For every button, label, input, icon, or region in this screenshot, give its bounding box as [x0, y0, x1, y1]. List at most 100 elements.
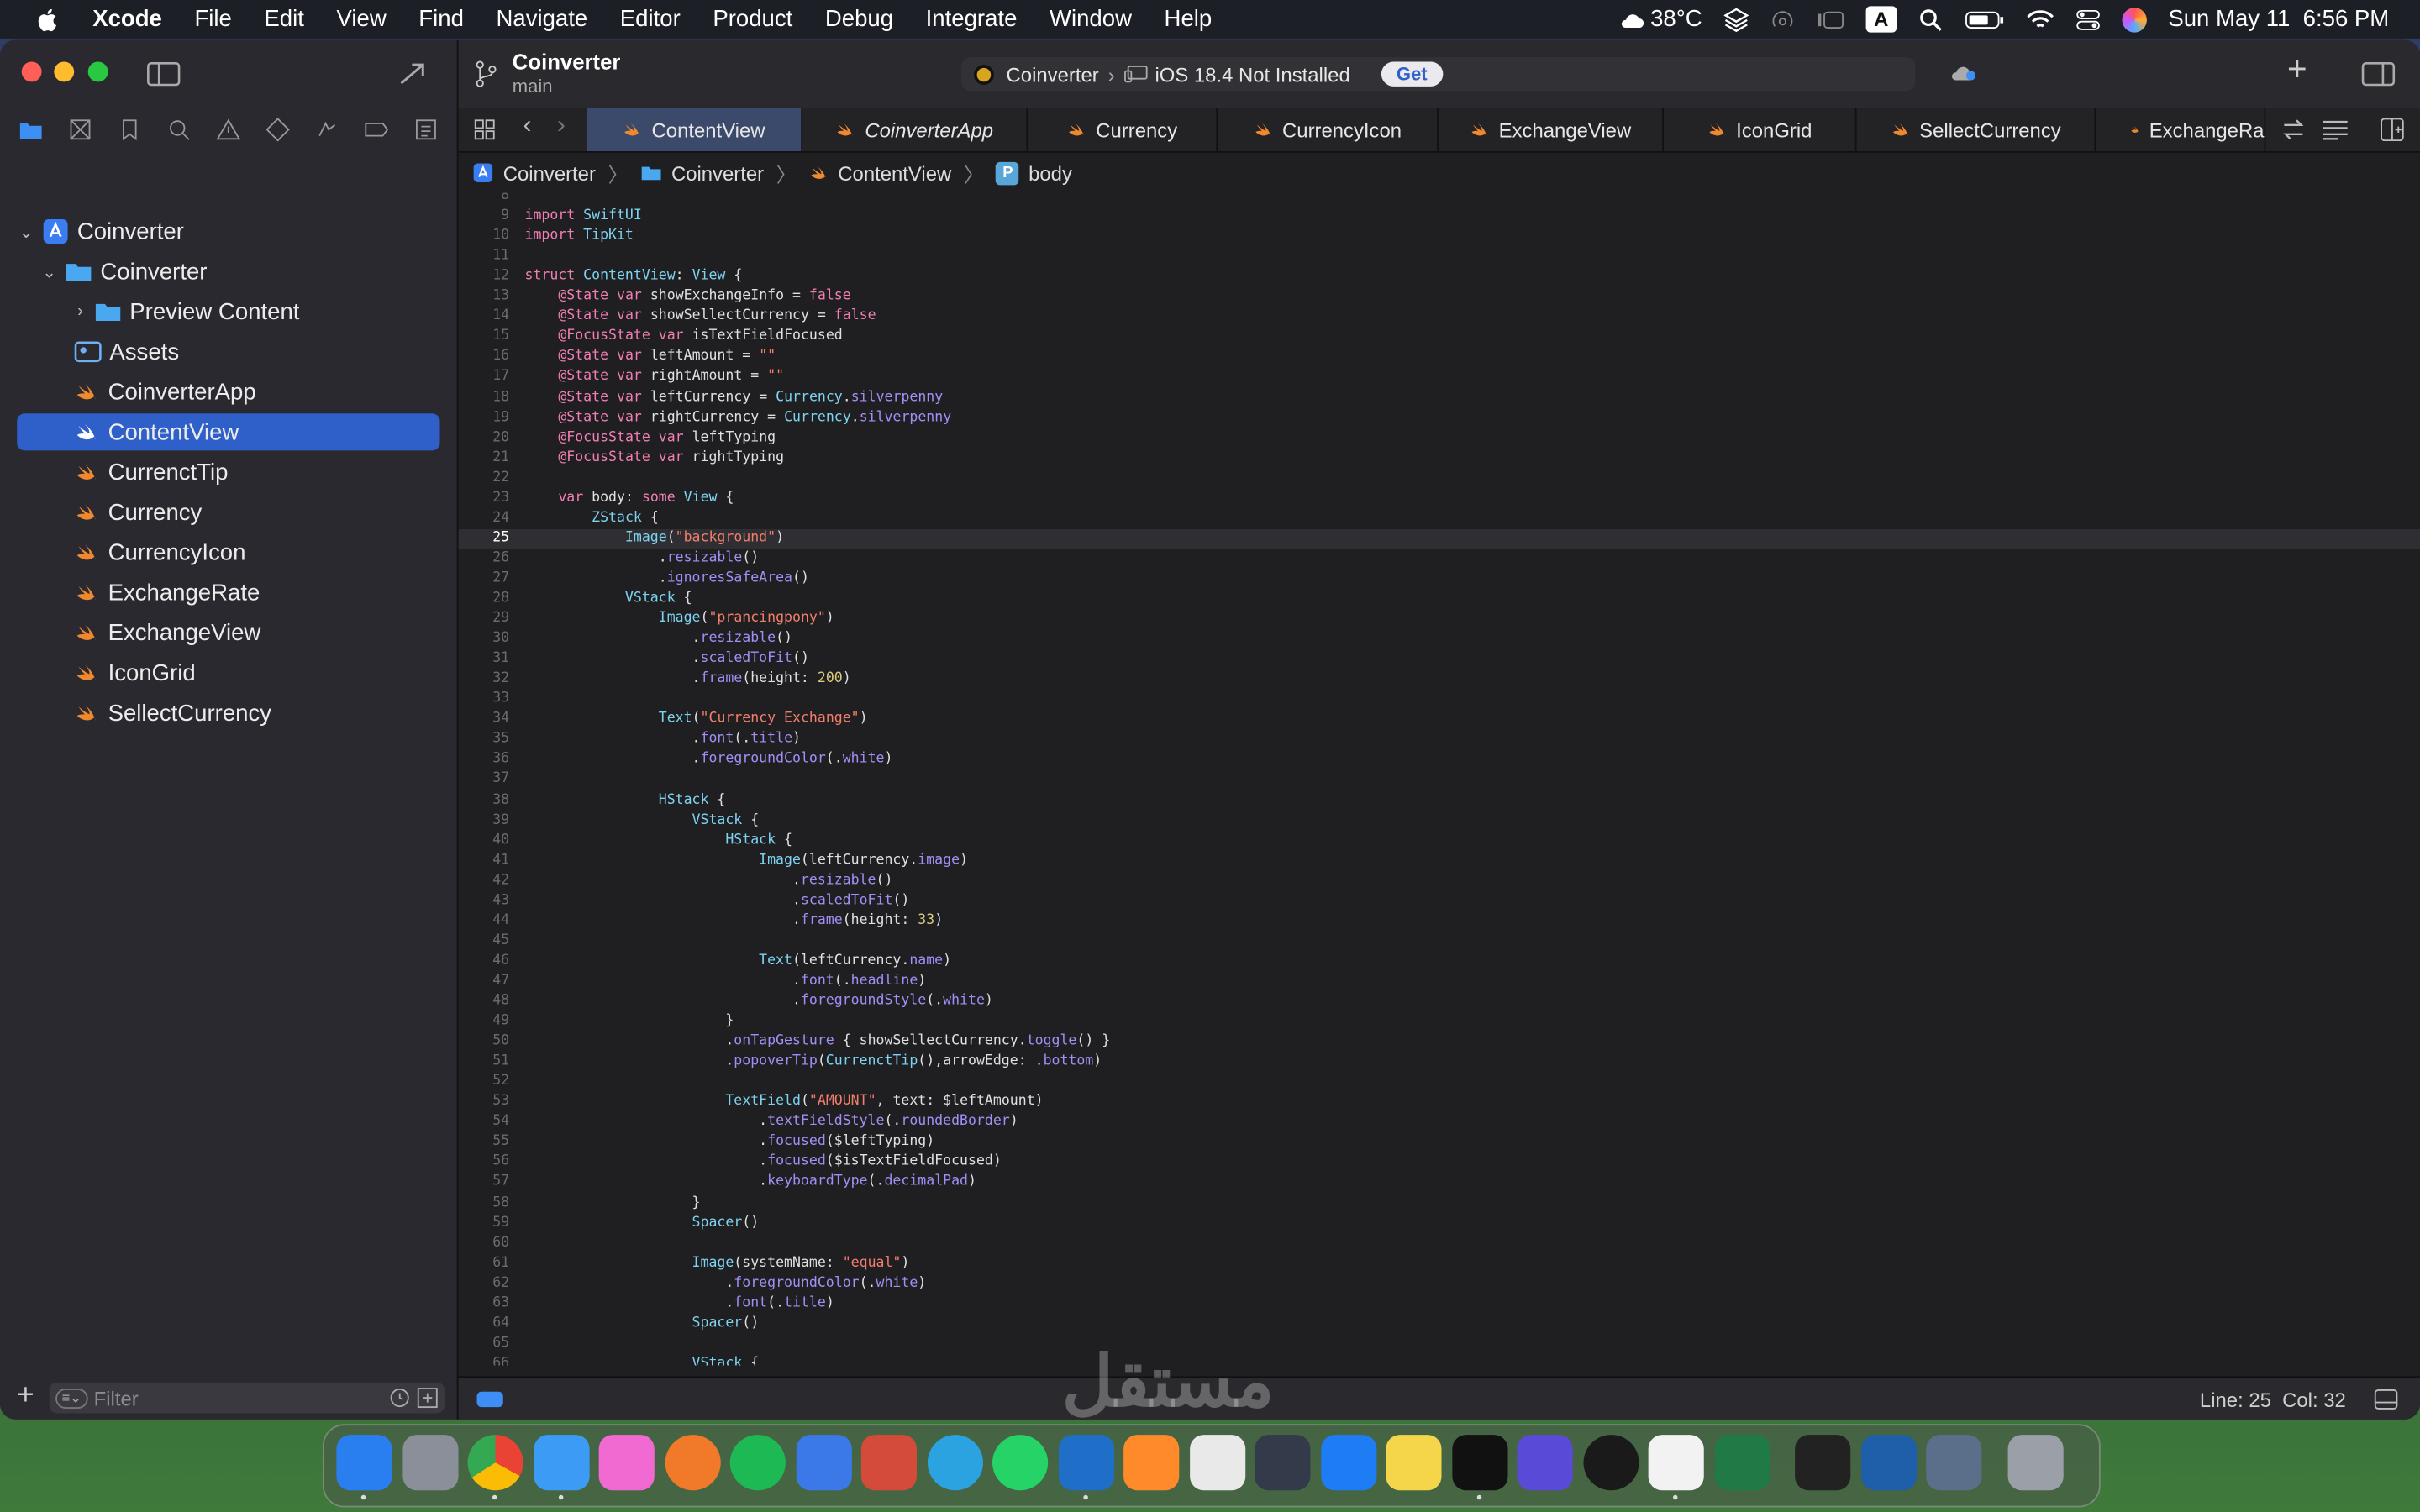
- swap-editor-icon[interactable]: [2281, 118, 2306, 140]
- code-line[interactable]: 24 ZStack {: [459, 509, 2420, 529]
- code-line[interactable]: 54 .textFieldStyle(.roundedBorder): [459, 1113, 2420, 1133]
- input-source-indicator[interactable]: A: [1865, 6, 1897, 33]
- quicktime-icon[interactable]: [1860, 1435, 1917, 1491]
- menu-window[interactable]: Window: [1050, 6, 1132, 32]
- code-line[interactable]: 40 HStack {: [459, 831, 2420, 851]
- stage-manager-icon[interactable]: [1817, 8, 1844, 30]
- code-line[interactable]: 15 @FocusState var isTextFieldFocused: [459, 328, 2420, 348]
- menu-edit[interactable]: Edit: [264, 6, 303, 32]
- chatgpt-icon[interactable]: [1189, 1435, 1245, 1491]
- apple-icon[interactable]: [34, 5, 61, 33]
- filter-input[interactable]: ≡⌄ Filter: [49, 1382, 445, 1414]
- bookmark-navigator-icon[interactable]: [118, 118, 142, 142]
- code-line[interactable]: 9 import SwiftUI: [459, 207, 2420, 227]
- source-editor[interactable]: 8 9 import SwiftUI 10 import TipKit 11 12 struc…: [458, 192, 2420, 1366]
- code-line[interactable]: 10 import TipKit: [459, 227, 2420, 247]
- breadcrumb-project[interactable]: Coinverter: [503, 161, 596, 185]
- breadcrumb-file[interactable]: ContentView: [838, 161, 951, 185]
- menubar-clock[interactable]: Sun May 11 6:56 PM: [2168, 6, 2389, 32]
- sublime-icon[interactable]: [1123, 1435, 1180, 1491]
- tree-project-coinverter[interactable]: ⌄ Coinverter: [17, 213, 439, 249]
- code-line[interactable]: 14 @State var showSellectCurrency = fals…: [459, 307, 2420, 328]
- chrome-icon[interactable]: [467, 1435, 523, 1491]
- code-line[interactable]: 51 .popoverTip(CurrenctTip(),arrowEdge: …: [459, 1053, 2420, 1073]
- box-app-icon[interactable]: [1795, 1435, 1851, 1491]
- control-center-icon[interactable]: [2075, 8, 2100, 30]
- forward-arrow-icon[interactable]: ›: [557, 113, 566, 140]
- tree-file-contentview[interactable]: ContentView: [17, 413, 440, 451]
- code-line[interactable]: 65: [459, 1334, 2420, 1354]
- telegram-icon[interactable]: [926, 1435, 983, 1491]
- spotlight-search-icon[interactable]: [1918, 7, 1943, 31]
- code-line[interactable]: 12 struct ContentView: View {: [459, 267, 2420, 287]
- scheme-name[interactable]: Coinverter: [1007, 62, 1099, 86]
- vscode-icon[interactable]: [1058, 1435, 1114, 1491]
- code-line[interactable]: 26 .resizable(): [459, 549, 2420, 570]
- code-line[interactable]: 34 Text("Currency Exchange"): [459, 710, 2420, 730]
- code-line[interactable]: 49 }: [459, 1012, 2420, 1032]
- code-line[interactable]: 13 @State var showExchangeInfo = false: [459, 287, 2420, 307]
- tree-file-exchangerate[interactable]: ExchangeRate: [17, 574, 439, 611]
- add-library-icon[interactable]: +: [2287, 50, 2307, 90]
- source-control-filter-icon[interactable]: [417, 1387, 439, 1409]
- menu-file[interactable]: File: [194, 6, 231, 32]
- toggle-console-icon[interactable]: [2374, 1389, 2398, 1410]
- code-line[interactable]: 44 .frame(height: 33): [459, 911, 2420, 932]
- test-navigator-icon[interactable]: [266, 118, 290, 142]
- tab-exchangerate[interactable]: ExchangeRa: [2096, 108, 2266, 152]
- tree-file-coinverterapp[interactable]: CoinverterApp: [17, 373, 439, 410]
- xcode-icon[interactable]: [795, 1435, 851, 1491]
- tree-file-sellectcurrency[interactable]: SellectCurrency: [17, 695, 439, 732]
- code-line[interactable]: 31 .scaledToFit(): [459, 650, 2420, 670]
- activity-view[interactable]: Coinverter › iOS 18.4 Not Installed Get: [961, 56, 1916, 92]
- code-line[interactable]: 43 .scaledToFit(): [459, 891, 2420, 911]
- minimize-window-button[interactable]: [54, 61, 75, 82]
- wifi-icon[interactable]: [2026, 8, 2054, 30]
- destination-name[interactable]: iOS 18.4 Not Installed: [1155, 62, 1349, 86]
- code-line[interactable]: 23 var body: some View {: [459, 489, 2420, 509]
- code-line[interactable]: 35 .font(.title): [459, 730, 2420, 750]
- add-editor-split-icon[interactable]: [2380, 118, 2404, 142]
- launchpad-icon[interactable]: [402, 1435, 458, 1491]
- preview-icon[interactable]: [1926, 1435, 1982, 1491]
- code-line[interactable]: 16 @State var leftAmount = "": [459, 348, 2420, 368]
- tree-file-exchangeview[interactable]: ExchangeView: [17, 614, 439, 651]
- folder-navigator-icon[interactable]: [18, 118, 43, 142]
- code-line[interactable]: 25 Image("background"): [458, 528, 2420, 549]
- whatsapp-icon[interactable]: [992, 1435, 1049, 1491]
- close-window-button[interactable]: [21, 61, 42, 82]
- filter-options-icon[interactable]: ≡⌄: [55, 1388, 88, 1409]
- find-navigator-icon[interactable]: [166, 118, 191, 142]
- finder-icon[interactable]: [336, 1435, 392, 1491]
- terminal-icon[interactable]: [1451, 1435, 1507, 1491]
- toggle-inspector-icon[interactable]: [2361, 61, 2396, 87]
- tab-icongrid[interactable]: IconGrid: [1664, 108, 1857, 152]
- code-line[interactable]: 21 @FocusState var rightTyping: [459, 449, 2420, 469]
- run-destination-arrow-icon[interactable]: [398, 61, 426, 86]
- disclosure-open-icon[interactable]: ⌄: [17, 222, 35, 241]
- cloud-status-icon[interactable]: [1948, 61, 1979, 83]
- menu-help[interactable]: Help: [1165, 6, 1213, 32]
- tree-file-assets[interactable]: Assets: [17, 333, 439, 370]
- code-line[interactable]: 55 .focused($leftTyping): [459, 1133, 2420, 1153]
- code-line[interactable]: 62 .foregroundColor(.white): [459, 1274, 2420, 1294]
- photo-icon[interactable]: [598, 1435, 655, 1491]
- battery-icon[interactable]: [1965, 8, 2005, 30]
- code-line[interactable]: 57 .keyboardType(.decimalPad): [459, 1173, 2420, 1194]
- breadcrumb-group[interactable]: Coinverter: [671, 161, 764, 185]
- source-control-navigator-icon[interactable]: [68, 118, 92, 142]
- code-line[interactable]: 45: [459, 932, 2420, 952]
- code-line[interactable]: 60: [459, 1234, 2420, 1254]
- appstore-icon[interactable]: [1320, 1435, 1376, 1491]
- spotify-icon[interactable]: [729, 1435, 786, 1491]
- code-line[interactable]: 47 .font(.headline): [459, 972, 2420, 992]
- zoom-window-button[interactable]: [87, 61, 108, 82]
- code-line[interactable]: 22: [459, 469, 2420, 489]
- shortcut-icon[interactable]: [1255, 1435, 1311, 1491]
- d-app-icon[interactable]: [1517, 1435, 1573, 1491]
- code-line[interactable]: 64 Spacer(): [459, 1315, 2420, 1335]
- firefox-icon[interactable]: [664, 1435, 720, 1491]
- code-line[interactable]: 11: [459, 247, 2420, 267]
- code-line[interactable]: 29 Image("prancingpony"): [459, 610, 2420, 630]
- code-line[interactable]: 46 Text(leftCurrency.name): [459, 952, 2420, 972]
